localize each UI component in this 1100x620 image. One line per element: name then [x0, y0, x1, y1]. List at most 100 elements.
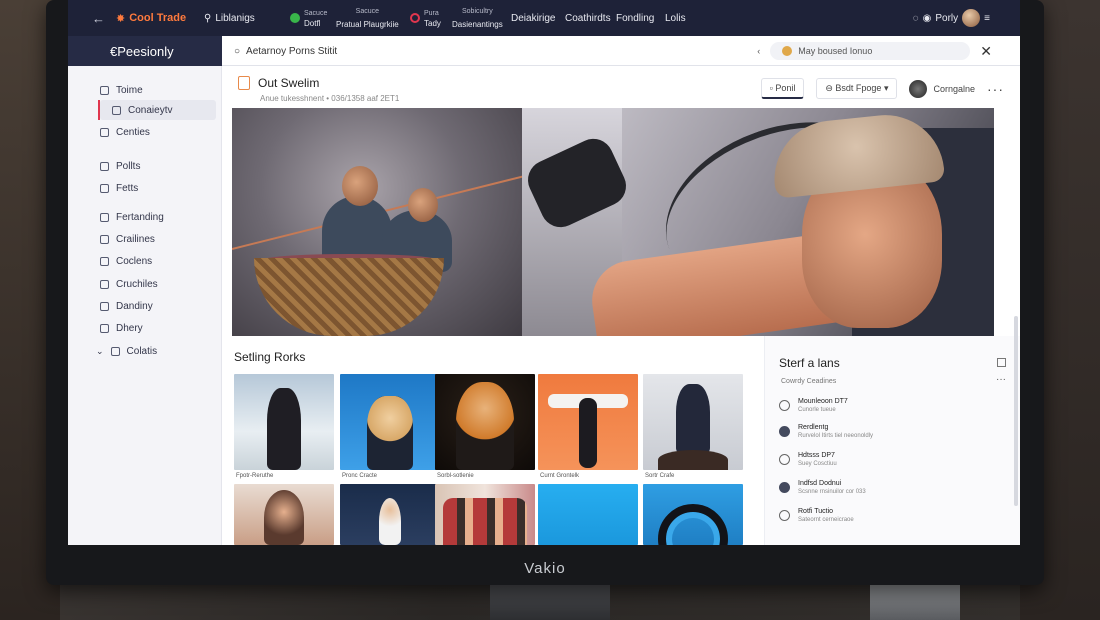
gallery-thumb-7[interactable] — [340, 484, 440, 545]
nav-item-5[interactable]: Deiakirige — [511, 0, 555, 36]
thumb-figure — [579, 398, 597, 468]
panel-item-title: Hdtsss DP7 — [798, 452, 835, 459]
panel-item-title: Mounleoon DT7 — [798, 398, 848, 405]
nav-item-6[interactable]: Coathirdts — [565, 0, 611, 36]
scrollbar[interactable] — [1014, 316, 1018, 506]
sidebar-item-home[interactable]: Toime — [100, 80, 216, 100]
sidebar-item-label: Fertanding — [116, 211, 164, 223]
avatar[interactable] — [962, 9, 981, 27]
sidebar-item-label: Dhery — [116, 322, 143, 334]
panel-item[interactable]: Hdtsss DP7 Suey Cosctiuu — [779, 452, 837, 467]
sidebar-item-active[interactable]: Conaieytv — [98, 100, 216, 120]
brand-logo-icon: ✸ — [116, 12, 126, 25]
thumb-base — [658, 450, 728, 470]
library-search[interactable]: ⚲ Liblanigs — [204, 0, 255, 36]
primary-button[interactable]: ▫ Ponil — [760, 78, 805, 99]
user-menu[interactable]: ◉ Porly — [923, 13, 959, 24]
document-icon — [779, 510, 790, 521]
close-icon[interactable]: ✕ — [980, 43, 992, 60]
quick-search[interactable]: May boused Ionuo — [770, 42, 971, 60]
gallery-caption-4: Curnt Grontelk — [540, 473, 580, 479]
gallery-thumb-4[interactable] — [538, 374, 638, 470]
nav-item-3[interactable]: Pura Tady — [410, 0, 441, 36]
sidebar-item-5[interactable]: Fetts — [100, 178, 216, 198]
panel-item-title: Indfsd Dodnui — [798, 480, 842, 487]
gallery-thumb-3[interactable] — [435, 374, 535, 470]
panel-item[interactable]: Rerdlentg Rurvelol Itirts tiel neeonoldly — [779, 424, 873, 439]
gallery-caption-2: Pronc Cracte — [342, 473, 378, 479]
notifications-icon[interactable]: ◌ — [913, 13, 919, 24]
more-options-icon[interactable]: ··· — [987, 81, 1004, 97]
sidebar-item-7[interactable]: Crailines — [100, 229, 216, 249]
panel-item-subtitle: Scsnne rnsinuilor cor 033 — [798, 489, 866, 495]
chevron-down-icon: ▾ — [881, 83, 889, 93]
thumb-figure — [676, 384, 710, 454]
bolt-icon — [779, 400, 790, 411]
user-chip[interactable]: Corngalne — [909, 79, 975, 98]
nav-item-3-top: Pura — [424, 9, 439, 17]
main-content: Out Swelim Anue tukesshnent • 036/1358 a… — [222, 66, 1020, 545]
screen: ← ✸ Cool Trade ⚲ Liblanigs Sacuce Dotfl … — [68, 0, 1020, 545]
secondary-bar: €Peesionly ○ Aetarnoy Porns Stitit ‹ May… — [68, 36, 1020, 66]
back-button[interactable]: ← — [92, 0, 105, 36]
more-options-icon[interactable]: ··· — [996, 374, 1006, 385]
monitor-stand — [490, 585, 610, 620]
expand-icon[interactable] — [997, 358, 1006, 367]
nav-item-2[interactable]: Sacuce Pratual Plaugrkiie — [336, 0, 399, 36]
gallery-thumb-5[interactable] — [643, 374, 743, 470]
sidebar-item-4[interactable]: Pollts — [100, 156, 216, 176]
gallery-thumb-8[interactable] — [435, 484, 535, 545]
sidebar: Toime Conaieytv Centies Pollts Fetts Fer… — [68, 66, 222, 545]
nav-item-1-label: Dotfl — [304, 18, 321, 28]
sidebar-item-11[interactable]: Dhery — [100, 318, 216, 338]
figure-1-head — [342, 166, 378, 206]
doc-icon — [100, 161, 109, 171]
sidebar-item-10[interactable]: Dandiny — [100, 296, 216, 316]
sidebar-item-label: Crailines — [116, 233, 155, 245]
back-arrow-icon: ← — [92, 10, 105, 26]
desk-object — [870, 585, 960, 620]
hero-image[interactable] — [232, 108, 994, 336]
sidebar-item-3[interactable]: Centies — [100, 122, 216, 142]
library-label: Liblanigs — [215, 12, 255, 24]
user-status-icon: ◉ — [922, 12, 932, 24]
nav-item-6-label: Coathirdts — [565, 12, 611, 24]
gallery-thumb-10[interactable] — [643, 484, 743, 545]
gallery-thumb-6[interactable] — [234, 484, 334, 545]
top-app-bar: ← ✸ Cool Trade ⚲ Liblanigs Sacuce Dotfl … — [68, 0, 1020, 36]
nav-item-1-top: Sacuce — [304, 9, 328, 17]
sidebar-item-12[interactable]: ⌄ Colatis — [96, 341, 212, 361]
sidebar-item-6[interactable]: Fertanding — [100, 207, 216, 227]
gallery-thumb-2[interactable] — [340, 374, 440, 470]
document-icon — [238, 76, 250, 90]
gallery-caption-5: Sortr Crafe — [645, 473, 675, 479]
breadcrumb[interactable]: ○ Aetarnoy Porns Stitit — [234, 36, 337, 66]
sidebar-item-label: Fetts — [116, 182, 139, 194]
sidebar-item-9[interactable]: Cruchiles — [100, 274, 216, 294]
share-dropdown[interactable]: ⊖ Bsdt Fpoge ▾ — [816, 78, 898, 99]
gallery-thumb-9[interactable] — [538, 484, 638, 545]
sidebar-item-label: Centies — [116, 126, 150, 138]
panel-item[interactable]: Indfsd Dodnui Scsnne rnsinuilor cor 033 — [779, 480, 866, 495]
post-toolbar: ▫ Ponil ⊖ Bsdt Fpoge ▾ Corngalne ··· — [760, 78, 1004, 99]
user-chip-label: Corngalne — [933, 83, 975, 94]
status-green-icon — [290, 13, 300, 23]
nav-item-7[interactable]: Fondling — [616, 0, 654, 36]
nav-item-1[interactable]: Sacuce Dotfl — [290, 0, 327, 36]
brand[interactable]: ✸ Cool Trade — [116, 0, 186, 36]
workspace-name[interactable]: €Peesionly — [68, 36, 222, 66]
sidebar-item-8[interactable]: Coclens — [100, 251, 216, 271]
nav-item-8[interactable]: Lolis — [665, 0, 686, 36]
thumb-figure — [264, 490, 304, 545]
chevron-left-icon[interactable]: ‹ — [757, 46, 760, 56]
chevron-down-icon: ⌄ — [96, 345, 104, 356]
panel-item[interactable]: Rotfi Tuctio Sateornt cerneicraoe — [779, 508, 854, 523]
panel-item[interactable]: Mounleoon DT7 Cunorle tueue — [779, 398, 848, 413]
avatar — [909, 79, 928, 98]
sidebar-item-label: Toime — [116, 84, 143, 96]
gallery-thumb-1[interactable] — [234, 374, 334, 470]
nav-item-4[interactable]: Sobicultry Dasienantings — [452, 0, 503, 36]
nav-item-8-label: Lolis — [665, 12, 686, 24]
sidebar-item-label: Conaieytv — [128, 104, 173, 116]
menu-icon[interactable]: ≡ — [984, 13, 990, 24]
